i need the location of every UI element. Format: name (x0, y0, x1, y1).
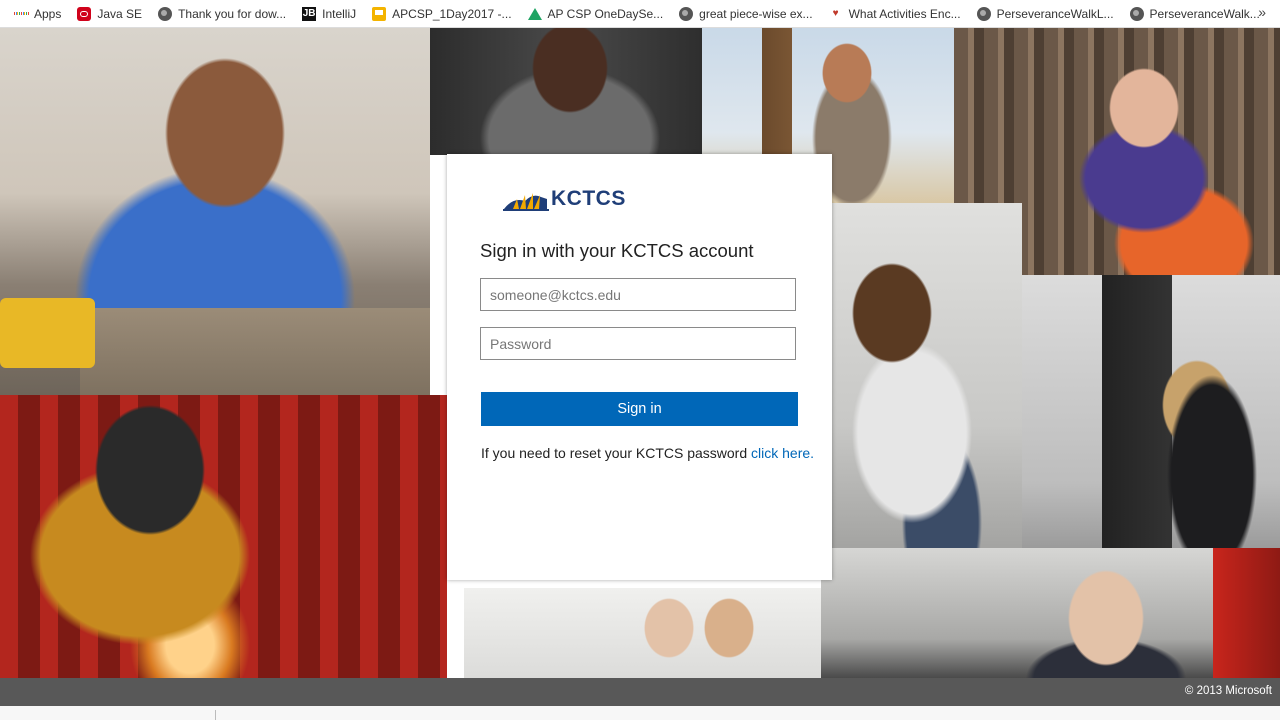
bookmark-perseverance-1[interactable]: PerseveranceWalkL... (971, 2, 1120, 26)
jetbrains-icon: JB (302, 6, 317, 21)
photo-student-seated (430, 28, 702, 155)
logo-text: KCTCS (551, 187, 626, 210)
multimeter (0, 298, 95, 368)
bookmarks-overflow-chevron-icon[interactable]: » (1258, 4, 1266, 20)
bookmark-label: PerseveranceWalk... (1149, 6, 1260, 21)
photo-radiology-students (1022, 275, 1280, 573)
footer-bar: © 2013 Microsoft (0, 678, 1280, 706)
bookmark-label: AP CSP OneDaySe... (547, 6, 664, 21)
reset-password-prefix: If you need to reset your KCTCS password (481, 445, 752, 461)
bookmark-label: Java SE (97, 6, 143, 21)
globe-icon (1129, 6, 1144, 21)
bookmark-label: PerseveranceWalkL... (996, 6, 1114, 21)
photo-student-electronics (0, 28, 430, 395)
oracle-icon (77, 6, 92, 21)
photo-welding-glove-student (832, 203, 1022, 573)
bookmark-what-activities[interactable]: ♥ What Activities Enc... (823, 2, 967, 26)
bookmark-label: Thank you for dow... (178, 6, 287, 21)
bookmark-apcsp-1day[interactable]: APCSP_1Day2017 -... (366, 2, 517, 26)
bookmark-apps[interactable]: Apps (8, 2, 67, 26)
bookmark-ap-csp-oneday[interactable]: AP CSP OneDaySe... (522, 2, 670, 26)
photo-nursing-students (464, 588, 821, 678)
copyright-text: © 2013 Microsoft (1184, 685, 1272, 697)
bookmark-label: What Activities Enc... (848, 6, 961, 21)
login-card: KCTCS Sign in with your KCTCS account Si… (447, 154, 832, 580)
sign-in-button[interactable]: Sign in (481, 392, 798, 426)
browser-status-bar (0, 706, 1280, 720)
photo-red-machine (1213, 548, 1280, 678)
google-slides-icon (372, 6, 387, 21)
globe-icon (158, 6, 173, 21)
google-drive-icon (527, 7, 542, 21)
globe-icon (976, 6, 991, 21)
login-title: Sign in with your KCTCS account (480, 240, 754, 261)
bookmarks-bar: Apps Java SE Thank you for dow... JB Int… (0, 0, 1280, 28)
bookmark-java-se[interactable]: Java SE (71, 2, 148, 26)
kctcs-logo: KCTCS (503, 187, 626, 211)
bookmark-thank-you[interactable]: Thank you for dow... (152, 2, 292, 26)
kctcs-sunburst-icon (503, 193, 549, 211)
workbench (80, 308, 430, 395)
password-field[interactable] (480, 327, 796, 360)
email-field[interactable] (480, 278, 796, 311)
reset-password-text: If you need to reset your KCTCS password… (481, 445, 814, 461)
photo-welder (0, 395, 447, 678)
reset-password-link[interactable]: click here. (751, 445, 814, 461)
bookmark-perseverance-2[interactable]: PerseveranceWalk... (1124, 2, 1266, 26)
apps-grid-icon (14, 7, 28, 21)
heart-shield-icon: ♥ (832, 8, 839, 19)
bookmark-intellij[interactable]: JB IntelliJ (296, 2, 362, 26)
bookmark-label: great piece-wise ex... (699, 6, 813, 21)
photo-automotive-student (821, 548, 1213, 678)
status-divider (215, 710, 216, 720)
globe-icon (679, 6, 694, 21)
bookmark-label: Apps (34, 6, 62, 21)
bookmark-piece-wise[interactable]: great piece-wise ex... (673, 2, 818, 26)
bookmark-label: IntelliJ (322, 6, 357, 21)
bookmark-label: APCSP_1Day2017 -... (392, 6, 512, 21)
